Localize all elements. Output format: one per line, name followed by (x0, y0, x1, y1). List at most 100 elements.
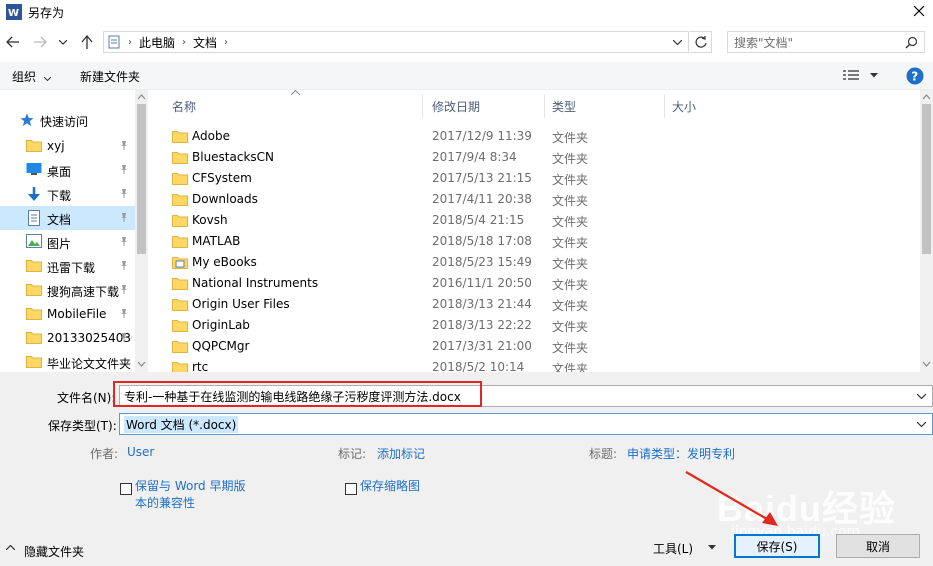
view-options-icon[interactable] (843, 69, 859, 81)
nav-item[interactable]: MobileFile (0, 302, 135, 326)
filetype-select[interactable]: Word 文档 (*.docx) (119, 413, 933, 435)
search-placeholder: 搜索"文档" (734, 35, 794, 50)
filetype-label: 保存类型(T): (48, 419, 117, 433)
file-date: 2018/5/23 15:49 (432, 255, 532, 269)
chevron-down-icon[interactable] (917, 421, 932, 427)
file-row[interactable]: BluestacksCN 2017/9/4 8:34 文件夹 (168, 147, 903, 168)
file-date: 2017/5/13 21:15 (432, 171, 532, 185)
file-name: Adobe (192, 129, 230, 143)
organize-button[interactable]: 组织 (12, 68, 52, 85)
nav-item[interactable]: 文档 (0, 206, 135, 230)
file-row[interactable]: Origin User Files 2018/3/13 21:44 文件夹 (168, 294, 903, 315)
close-button[interactable] (905, 0, 933, 22)
file-row[interactable]: OriginLab 2018/3/13 22:22 文件夹 (168, 315, 903, 336)
nav-item[interactable]: xyj (0, 134, 135, 158)
file-row[interactable]: Adobe 2017/12/9 11:39 文件夹 (168, 126, 903, 147)
cancel-button[interactable]: 取消 (836, 534, 920, 558)
sort-up-chevron-icon (291, 90, 300, 95)
tools-menu[interactable]: 工具(L) (653, 540, 693, 557)
chevron-down-icon[interactable] (917, 393, 932, 399)
breadcrumb-this-pc[interactable]: 此电脑 (136, 34, 178, 51)
file-row[interactable]: MATLAB 2018/5/18 17:08 文件夹 (168, 231, 903, 252)
author-value[interactable]: User (127, 445, 154, 459)
title-label: 标题: (589, 447, 618, 461)
folder-icon (26, 330, 42, 346)
title-value[interactable]: 申请类型：发明专利 (627, 445, 735, 462)
file-row[interactable]: rtc 2018/5/2 10:14 文件夹 (168, 357, 903, 372)
nav-item[interactable]: 2013302540309 (0, 326, 135, 350)
up-button[interactable] (76, 31, 98, 53)
file-list-scrollbar[interactable] (920, 90, 933, 372)
folder-icon (26, 354, 42, 370)
arrow-up-icon (81, 35, 93, 49)
file-list: 名称 修改日期 类型 大小 Adobe 2017/12/9 11:39 文件夹 Blu… (148, 90, 920, 372)
navigation-pane: 快速访问 xyj 桌面 下载 文档 图片 迅雷下载 搜狗高速下载 MobileFile 2013… (0, 90, 148, 372)
nav-item[interactable]: 搜狗高速下载 (0, 278, 135, 302)
breadcrumb-separator: › (182, 36, 187, 48)
search-box[interactable]: 搜索"文档" (727, 31, 925, 53)
nav-item[interactable]: 迅雷下载 (0, 254, 135, 278)
file-type: 文件夹 (552, 152, 589, 166)
address-dropdown-chevron-icon[interactable] (673, 39, 688, 45)
file-date: 2017/9/4 8:34 (432, 150, 517, 164)
refresh-button[interactable] (690, 31, 712, 53)
compat-checkbox[interactable] (120, 483, 132, 495)
tools-chevron-down-icon[interactable] (708, 545, 716, 550)
nav-item[interactable]: 图片 (0, 230, 135, 254)
thumbnail-label[interactable]: 保存缩略图 (360, 478, 420, 495)
column-header-name[interactable]: 名称 (172, 98, 196, 115)
column-divider[interactable] (664, 94, 665, 118)
compat-label-line1: 保留与 Word 早期版 (135, 479, 246, 493)
file-name: MATLAB (192, 234, 241, 248)
file-row[interactable]: National Instruments 2016/11/1 20:50 文件夹 (168, 273, 903, 294)
quick-access-label[interactable]: 快速访问 (40, 113, 88, 130)
address-bar[interactable]: › 此电脑 › 文档 › (103, 31, 689, 53)
forward-button[interactable] (29, 31, 51, 53)
breadcrumb-documents[interactable]: 文档 (190, 34, 220, 51)
thumbnail-checkbox[interactable] (345, 483, 357, 495)
word-app-icon: W (6, 4, 22, 20)
save-button[interactable]: 保存(S) (734, 534, 820, 558)
folder-icon (172, 339, 188, 353)
filename-highlight-box (113, 381, 482, 407)
chevron-up-icon[interactable] (6, 545, 15, 550)
pin-icon (119, 284, 129, 294)
folder-icon (172, 192, 188, 206)
file-row[interactable]: CFSystem 2017/5/13 21:15 文件夹 (168, 168, 903, 189)
file-type: 文件夹 (552, 341, 589, 355)
back-button[interactable] (2, 31, 24, 53)
pin-icon (119, 140, 129, 150)
recent-locations-button[interactable] (56, 31, 70, 53)
file-row[interactable]: Kovsh 2018/5/4 21:15 文件夹 (168, 210, 903, 231)
toolbar: 组织 新建文件夹 ? (0, 62, 933, 90)
save-options-pane: 文件名(N): 专利-一种基于在线监测的输电线路绝缘子污秽度评测方法.docx … (0, 372, 933, 566)
file-row[interactable]: Downloads 2017/4/11 20:38 文件夹 (168, 189, 903, 210)
compat-label[interactable]: 保留与 Word 早期版 本的兼容性 (135, 478, 245, 512)
file-name: rtc (192, 360, 209, 372)
view-chevron-down-icon[interactable] (870, 73, 878, 78)
nav-item[interactable]: 桌面 (0, 158, 135, 182)
file-date: 2016/11/1 20:50 (432, 276, 532, 290)
file-name: BluestacksCN (192, 150, 275, 164)
new-folder-button[interactable]: 新建文件夹 (80, 68, 140, 85)
column-header-size[interactable]: 大小 (672, 98, 696, 115)
tags-value[interactable]: 添加标记 (377, 445, 425, 462)
folder-icon (172, 129, 188, 143)
file-row[interactable]: My eBooks 2018/5/23 15:49 文件夹 (168, 252, 903, 273)
folder-icon (172, 297, 188, 311)
nav-item[interactable]: 毕业论文文件夹 (0, 350, 135, 372)
column-header-type[interactable]: 类型 (552, 98, 576, 115)
nav-scrollbar[interactable] (135, 90, 148, 372)
column-divider[interactable] (544, 94, 545, 118)
close-icon (913, 5, 925, 17)
nav-item-label: 毕业论文文件夹 (47, 357, 132, 371)
nav-item[interactable]: 下载 (0, 182, 135, 206)
file-name: OriginLab (192, 318, 250, 332)
help-icon[interactable]: ? (906, 67, 924, 85)
file-row[interactable]: QQPCMgr 2017/3/31 21:00 文件夹 (168, 336, 903, 357)
folder-icon (172, 318, 188, 332)
column-header-modified[interactable]: 修改日期 (432, 98, 480, 115)
hide-folders-toggle[interactable]: 隐藏文件夹 (24, 543, 84, 560)
column-divider[interactable] (422, 94, 423, 118)
file-date: 2018/5/2 10:14 (432, 360, 525, 372)
